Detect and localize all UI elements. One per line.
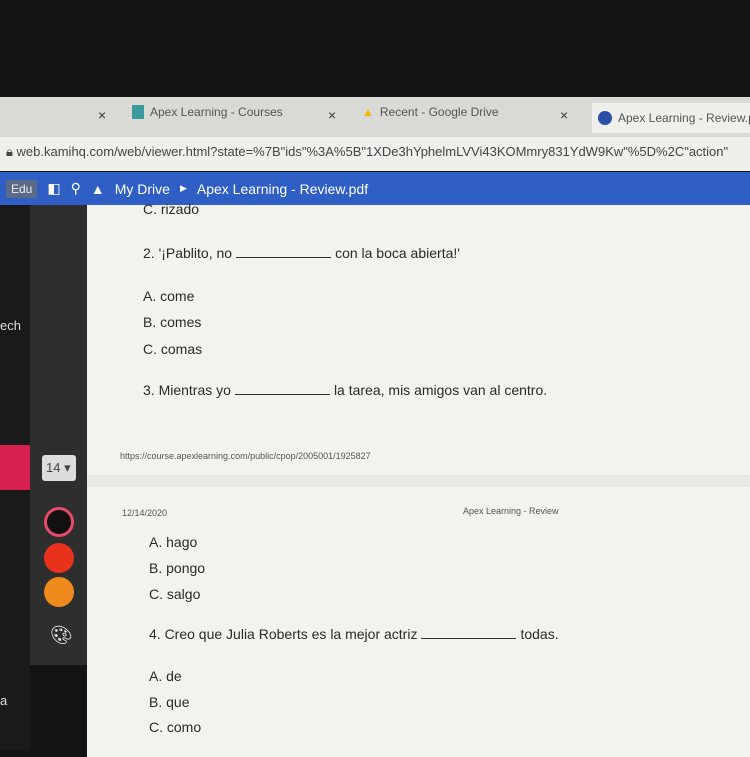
q-text: 3. Mientras yo xyxy=(143,382,231,398)
tab-label: Recent - Google Drive xyxy=(379,105,499,119)
kami-toolbar: Edu ◧ ⚲ ▲ My Drive ▶ Apex Learning - Rev… xyxy=(0,172,750,205)
question-4: 4. Creo que Julia Roberts es la mejor ac… xyxy=(149,626,559,642)
close-tab-icon[interactable]: × xyxy=(98,107,106,123)
q-text: la tarea, mis amigos van al centro. xyxy=(333,382,548,398)
left-panel-label: ech xyxy=(0,318,21,333)
q-text: 4. Creo que Julia Roberts es la mejor ac… xyxy=(149,626,418,642)
edu-badge: Edu xyxy=(6,179,38,198)
pdf-viewer: C. rizado 2. '¡Pablito, no con la boca ab… xyxy=(87,201,750,757)
font-size-value: 14 xyxy=(46,460,61,475)
q-text: todas. xyxy=(520,626,559,642)
q-text: 2. '¡Pablito, no xyxy=(143,245,233,261)
tab-apex-review[interactable]: Apex Learning - Review.pd xyxy=(592,103,750,133)
google-drive-icon: ▲ xyxy=(362,105,374,119)
option: B. pongo xyxy=(149,560,206,576)
url-text: web.kamihq.com/web/viewer.html?state=%7B… xyxy=(16,144,729,159)
color-black[interactable] xyxy=(44,507,74,537)
lock-icon: 🔒︎ xyxy=(6,144,17,159)
apex-courses-icon xyxy=(132,105,144,119)
question-2: 2. '¡Pablito, no con la boca abierta!' xyxy=(143,245,460,261)
footer-url: https://course.apexlearning.com/public/c… xyxy=(120,451,371,461)
option: A. come xyxy=(143,288,195,304)
page-date: 12/14/2020 xyxy=(122,508,168,518)
question-3: 3. Mientras yo la tarea, mis amigos van a… xyxy=(143,382,547,398)
tab-bar: × Apex Learning - Courses × ▲ Recent - Go… xyxy=(0,97,750,137)
option: B. que xyxy=(149,694,190,710)
tool-column: 14 ▾ 🎨︎ xyxy=(30,205,87,665)
pdf-page-2: 12/14/2020 Apex Learning - Review A. hag… xyxy=(87,487,750,757)
q-text: con la boca abierta!' xyxy=(335,245,460,261)
sidebar-toggle-icon[interactable]: ◧ xyxy=(47,180,60,197)
option: A. hago xyxy=(149,534,198,550)
option: C. salgo xyxy=(149,586,201,602)
palette-icon[interactable]: 🎨︎ xyxy=(50,625,73,646)
address-bar[interactable]: 🔒︎ web.kamihq.com/web/viewer.html?state=… xyxy=(0,137,750,171)
file-name: Apex Learning - Review.pdf xyxy=(196,180,369,197)
option: C. rizado xyxy=(143,201,200,217)
option: A. de xyxy=(149,668,182,684)
color-red[interactable] xyxy=(44,543,74,573)
tab-google-drive[interactable]: ▲ Recent - Google Drive xyxy=(362,105,499,119)
close-tab-icon[interactable]: × xyxy=(560,107,568,123)
font-size-dropdown[interactable]: 14 ▾ xyxy=(42,455,76,481)
tab-label: Apex Learning - Courses xyxy=(150,105,283,119)
option: C. como xyxy=(149,719,202,735)
option: C. comas xyxy=(143,341,203,357)
search-icon[interactable]: ⚲ xyxy=(71,180,81,197)
pdf-page-1: C. rizado 2. '¡Pablito, no con la boca ab… xyxy=(87,201,750,475)
chevron-right-icon: ▶ xyxy=(179,183,187,193)
breadcrumb-my-drive[interactable]: My Drive xyxy=(115,181,170,197)
close-tab-icon[interactable]: × xyxy=(328,107,336,123)
option: B. comes xyxy=(143,314,202,330)
left-panel-label: a xyxy=(0,693,8,708)
highlight-block xyxy=(0,445,30,490)
google-drive-icon: ▲ xyxy=(90,180,105,197)
page-header: Apex Learning - Review xyxy=(463,506,559,516)
color-orange[interactable] xyxy=(44,577,74,607)
tab-label: Apex Learning - Review.pd xyxy=(618,111,750,125)
kami-icon xyxy=(598,111,612,125)
tab-apex-courses[interactable]: Apex Learning - Courses xyxy=(132,105,283,119)
